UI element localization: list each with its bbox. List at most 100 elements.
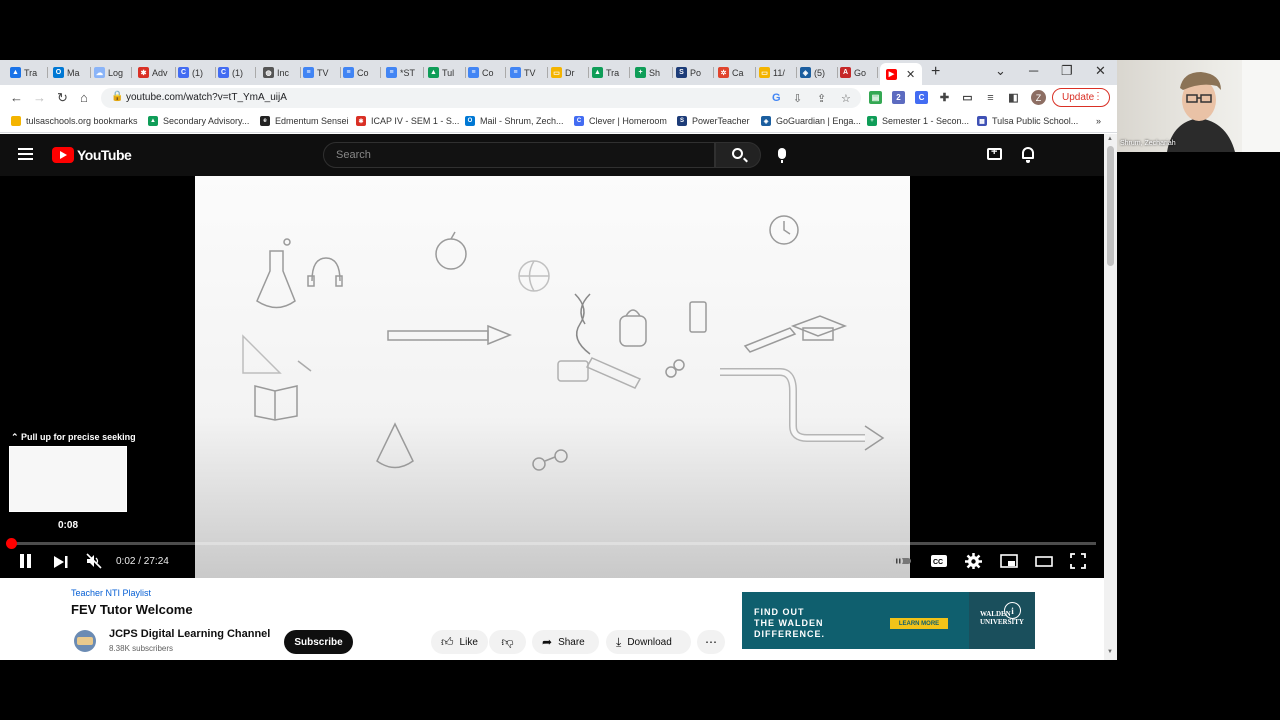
ad-learn-more-button[interactable]: LEARN MORE [890, 618, 948, 629]
browser-tab[interactable]: ≡ TV [303, 64, 341, 81]
browser-tab[interactable]: ≡ Co [468, 64, 506, 81]
browser-tab[interactable]: C (1) [178, 64, 216, 81]
profile-avatar[interactable]: Z [1031, 90, 1046, 105]
reading-list-icon[interactable]: ≡ [984, 91, 997, 104]
browser-tab[interactable]: C (1) [218, 64, 256, 81]
search-input[interactable]: Search [323, 142, 715, 168]
browser-tab[interactable]: ▭ Dr [551, 64, 589, 81]
bookmark-item[interactable]: ▲ Secondary Advisory... [148, 116, 249, 126]
browser-tab[interactable]: ✲ Ca [718, 64, 756, 81]
browser-tab[interactable]: ◍ Inc [263, 64, 301, 81]
browser-tab[interactable]: ▲ Tra [10, 64, 48, 81]
video-player[interactable]: ⌃ Pull up for precise seeking 0:08 0:02 … [0, 176, 1104, 578]
browser-tab[interactable]: S Po [676, 64, 714, 81]
autoplay-toggle-icon[interactable] [891, 555, 911, 571]
page-scrollbar[interactable]: ▲ ▼ [1104, 134, 1117, 660]
fullscreen-icon[interactable] [1070, 553, 1090, 569]
bookmark-item[interactable]: O Mail - Shrum, Zech... [465, 116, 564, 126]
captions-icon[interactable]: CC [930, 553, 950, 569]
browser-tab[interactable]: ▲ Tra [592, 64, 630, 81]
close-window-button[interactable]: ✕ [1095, 63, 1106, 79]
bookmark-item[interactable]: C Clever | Homeroom [574, 116, 667, 126]
bookmark-item[interactable]: S PowerTeacher [677, 116, 750, 126]
subscribe-button[interactable]: Subscribe [284, 630, 353, 654]
subscriber-count: 8.38K subscribers [109, 644, 174, 653]
cast-icon[interactable]: ▭ [961, 91, 974, 104]
thumbs-up-icon: 👍︎ [441, 634, 454, 649]
bookmarks-overflow-icon[interactable]: » [1096, 116, 1101, 126]
reload-button[interactable]: ↻ [57, 90, 68, 106]
browser-tab[interactable]: ▭ 11/ [759, 64, 797, 81]
channel-name[interactable]: JCPS Digital Learning Channel [109, 628, 270, 640]
browser-tab[interactable]: ☁ Log [94, 64, 132, 81]
browser-tab[interactable]: ≡ *ST [386, 64, 424, 81]
bookmark-item[interactable]: tulsaschools.org bookmarks [11, 116, 138, 126]
menu-icon[interactable] [18, 148, 33, 160]
browser-tab[interactable]: ▲ Tul [428, 64, 466, 81]
forward-button[interactable]: → [33, 90, 46, 105]
google-icon[interactable]: G [772, 92, 781, 104]
tab-label: Dr [565, 67, 575, 78]
miniplayer-icon[interactable] [1000, 553, 1020, 569]
puzzle-icon[interactable]: ✚ [938, 91, 951, 104]
folder-icon [11, 116, 21, 126]
browser-tab[interactable]: A Go [840, 64, 878, 81]
share-button[interactable]: ➦ Share [532, 630, 599, 654]
bookmark-item[interactable]: ✱ ICAP IV - SEM 1 - S... [356, 116, 459, 126]
side-panel-icon[interactable]: ◧ [1007, 91, 1020, 104]
muted-volume-icon[interactable] [86, 553, 106, 569]
ad-info-icon[interactable]: i [1004, 602, 1021, 619]
browser-tab[interactable]: + Sh [635, 64, 673, 81]
new-tab-button[interactable]: + [931, 63, 940, 81]
download-button[interactable]: ⤓ Download [606, 630, 691, 654]
extension-badge-icon[interactable]: 2 [892, 91, 905, 104]
youtube-logo[interactable]: YouTube [52, 147, 132, 163]
install-icon[interactable]: ⇩ [793, 92, 802, 105]
tab-search-button[interactable]: ⌄ [995, 63, 1006, 79]
ad-banner[interactable]: FIND OUT THE WALDEN DIFFERENCE. LEARN MO… [742, 592, 1035, 649]
bookmark-label: GoGuardian | Enga... [776, 116, 861, 126]
seek-bar[interactable] [6, 538, 1096, 549]
notifications-icon[interactable] [1022, 147, 1034, 163]
browser-tab[interactable]: ≡ TV [510, 64, 548, 81]
more-actions-button[interactable]: ⋯ [697, 630, 725, 654]
bookmark-item[interactable]: + Semester 1 - Secon... [867, 116, 969, 126]
channel-avatar[interactable] [74, 630, 96, 652]
bookmark-item[interactable]: ◈ GoGuardian | Enga... [761, 116, 861, 126]
like-button[interactable]: 👍︎ Like [431, 630, 488, 654]
restore-button[interactable]: ❐ [1061, 63, 1073, 79]
scroll-down-icon[interactable]: ▼ [1107, 649, 1113, 655]
bookmark-item[interactable]: e Edmentum Sensei [260, 116, 349, 126]
next-video-icon[interactable] [54, 556, 68, 568]
minimize-button[interactable]: ─ [1029, 63, 1038, 78]
scrollbar-thumb[interactable] [1107, 146, 1114, 266]
playlist-link[interactable]: Teacher NTI Playlist [71, 588, 151, 598]
video-frame[interactable] [195, 176, 910, 578]
dislike-button[interactable]: 👎︎ [489, 630, 526, 654]
close-tab-icon[interactable]: ✕ [906, 68, 915, 81]
microphone-icon[interactable] [778, 148, 786, 163]
search-icon [732, 148, 743, 159]
bookmark-star-icon[interactable]: ☆ [841, 92, 851, 105]
back-button[interactable]: ← [10, 90, 23, 105]
active-tab-youtube[interactable]: ▶ ✕ [880, 63, 922, 85]
theater-mode-icon[interactable] [1035, 553, 1055, 569]
browser-tab[interactable]: ✱ Adv [138, 64, 176, 81]
extension-green-icon[interactable]: ▤ [869, 91, 882, 104]
browser-tab[interactable]: ≡ Co [343, 64, 381, 81]
scroll-up-icon[interactable]: ▲ [1107, 136, 1113, 142]
home-button[interactable]: ⌂ [80, 90, 88, 105]
shield-icon: ◈ [761, 116, 771, 126]
settings-gear-icon[interactable] [965, 553, 985, 569]
browser-tab[interactable]: O Ma [53, 64, 91, 81]
search-button[interactable] [715, 142, 761, 168]
clever-extension-icon[interactable]: C [915, 91, 928, 104]
address-bar[interactable]: 🔒 youtube.com/watch?v=tT_YmA_uijA G ⇩ ⇪ … [101, 88, 861, 108]
create-video-icon[interactable] [987, 146, 1002, 160]
share-page-icon[interactable]: ⇪ [817, 92, 826, 105]
browser-tab[interactable]: ◈ (5) [800, 64, 838, 81]
bookmark-item[interactable]: ▦ Tulsa Public School... [977, 116, 1078, 126]
update-button[interactable]: Update ⋮ [1052, 88, 1110, 107]
pause-button[interactable] [20, 554, 32, 568]
seek-handle[interactable] [6, 538, 17, 549]
